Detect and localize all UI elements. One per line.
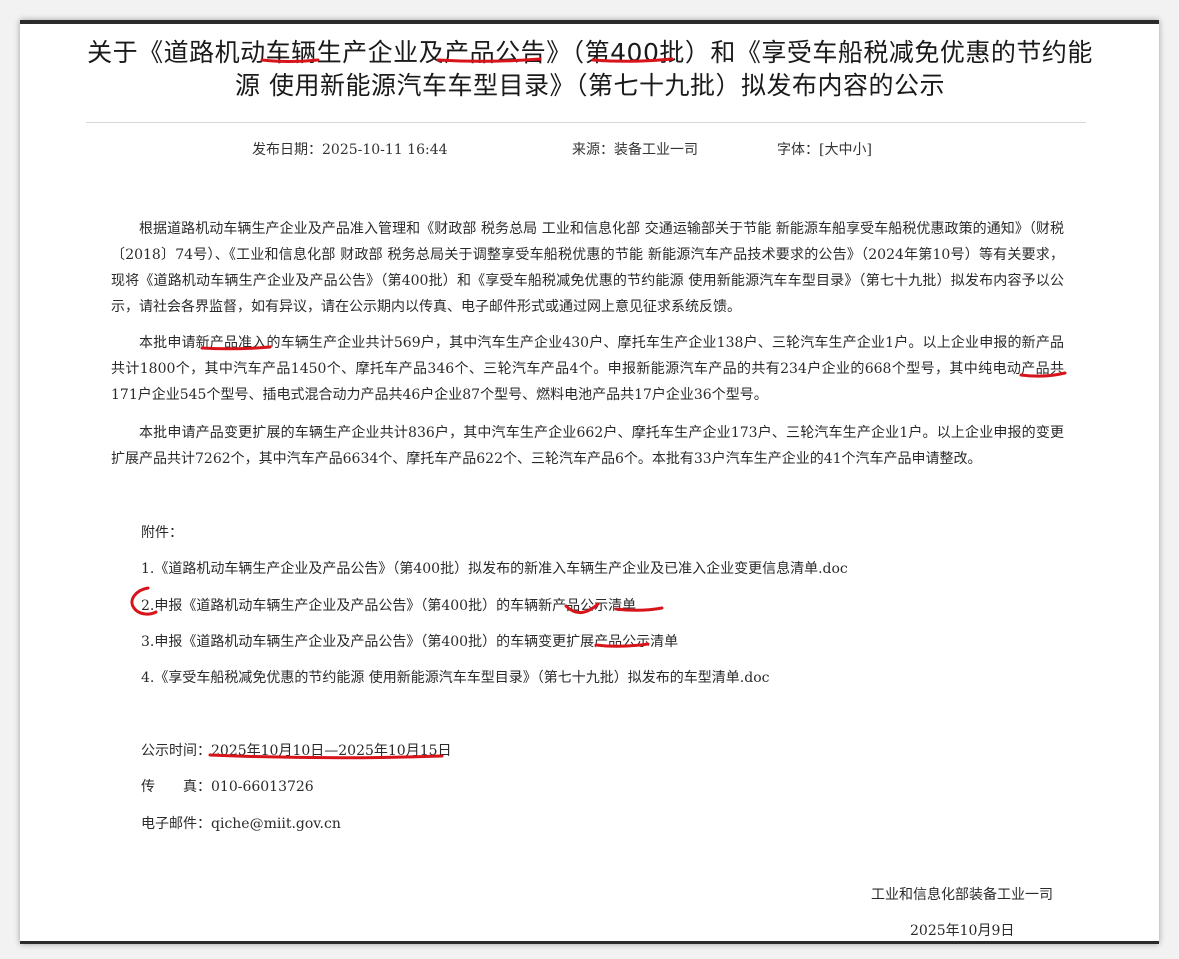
publish-date-value: 2025-10-11 16:44	[322, 142, 448, 158]
signature-date: 2025年10月9日	[910, 923, 1015, 939]
attachment-link-1[interactable]: 1.《道路机动车辆生产企业及产品公告》（第400批）拟发布的新准入车辆生产企业及…	[141, 558, 848, 578]
title-divider	[86, 122, 1086, 123]
body-paragraph-1: 根据道路机动车辆生产企业及产品准入管理和《财政部 税务总局 工业和信息化部 交通…	[111, 221, 1064, 315]
fax-value: 010-66013726	[211, 779, 314, 795]
attachment-link-4[interactable]: 4.《享受车船税减免优惠的节约能源 使用新能源汽车车型目录》（第七十九批）拟发布…	[141, 667, 770, 687]
email: 电子邮件：qiche@miit.gov.cn	[141, 813, 341, 833]
fax: 传 真：010-66013726	[141, 776, 314, 796]
email-label: 电子邮件：	[141, 816, 211, 832]
body-paragraph-3: 本批申请产品变更扩展的车辆生产企业共计836户，其中汽车生产企业662户、摩托车…	[111, 425, 1064, 467]
source-value: 装备工业一司	[614, 142, 698, 158]
attachments-heading: 附件：	[141, 525, 183, 541]
attachment-link-3[interactable]: 3.申报《道路机动车辆生产企业及产品公告》（第400批）的车辆变更扩展产品公示清…	[141, 631, 678, 651]
publish-date-label: 发布日期：	[252, 142, 322, 158]
email-value: qiche@miit.gov.cn	[211, 816, 341, 832]
publicity-period-label: 公示时间：	[141, 743, 211, 759]
publicity-period-value: 2025年10月10日—2025年10月15日	[211, 743, 452, 759]
body-paragraph-2: 本批申请新产品准入的车辆生产企业共计569户，其中汽车生产企业430户、摩托车生…	[111, 335, 1064, 403]
attachment-link-2[interactable]: 2.申报《道路机动车辆生产企业及产品公告》（第400批）的车辆新产品公示清单	[141, 595, 636, 615]
notice-page: 关于《道路机动车辆生产企业及产品公告》（第400批）和《享受车船税减免优惠的节约…	[20, 20, 1159, 944]
font-size-options[interactable]: [大中小]	[819, 142, 872, 158]
signature-org: 工业和信息化部装备工业一司	[871, 887, 1053, 903]
font-size-label: 字体：	[777, 142, 819, 158]
fax-label: 传 真：	[141, 779, 211, 795]
page-title: 关于《道路机动车辆生产企业及产品公告》（第400批）和《享受车船税减免优惠的节约…	[87, 38, 1093, 100]
font-size-selector: 字体：[大中小]	[777, 139, 872, 159]
publicity-period: 公示时间：2025年10月10日—2025年10月15日	[141, 740, 452, 760]
source-label: 来源：	[572, 142, 614, 158]
publish-date: 发布日期：2025-10-11 16:44	[252, 139, 448, 159]
source: 来源：装备工业一司	[572, 139, 698, 159]
